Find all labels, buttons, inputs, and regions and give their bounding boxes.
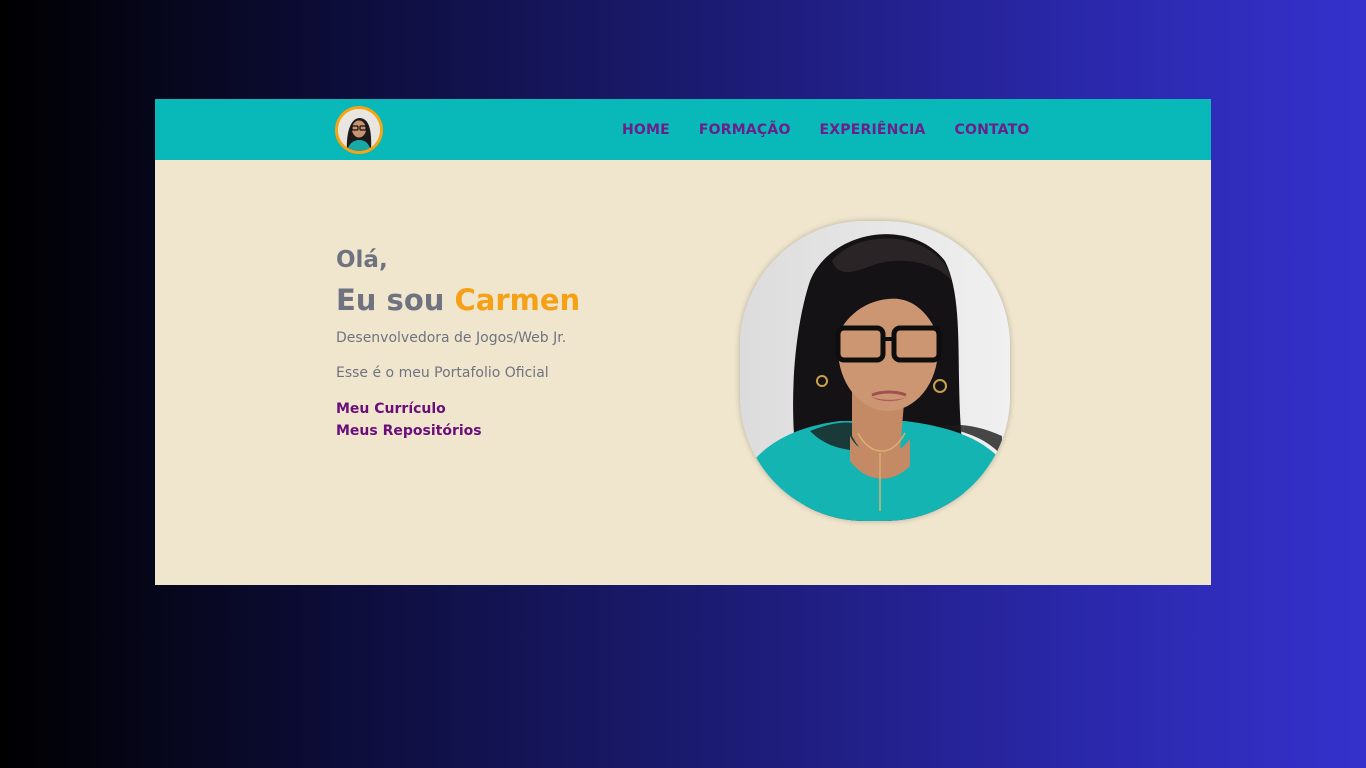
portrait-photo-icon — [740, 221, 1010, 521]
name-highlight: Carmen — [454, 283, 581, 317]
tagline: Esse é o meu Portafolio Oficial — [336, 365, 549, 381]
nav-link-contato[interactable]: CONTATO — [955, 122, 1030, 138]
top-navbar: HOME FORMAÇÃO EXPERIÊNCIA CONTATO — [155, 99, 1211, 160]
resume-link[interactable]: Meu Currículo — [336, 398, 580, 420]
repositories-link[interactable]: Meus Repositórios — [336, 420, 580, 442]
avatar[interactable] — [335, 106, 383, 154]
intro-heading: Eu sou Carmen — [336, 280, 580, 320]
nav-link-home[interactable]: HOME — [622, 122, 670, 138]
portfolio-page: HOME FORMAÇÃO EXPERIÊNCIA CONTATO Olá, E… — [155, 99, 1211, 585]
intro-prefix: Eu sou — [336, 283, 455, 317]
hero-text: Olá, Eu sou Carmen Desenvolvedora de Jog… — [336, 244, 580, 442]
hero-links: Meu Currículo Meus Repositórios — [336, 398, 580, 442]
avatar-photo-icon — [338, 109, 380, 151]
nav-link-formacao[interactable]: FORMAÇÃO — [699, 122, 791, 138]
greeting: Olá, — [336, 247, 388, 273]
profile-portrait — [740, 221, 1010, 521]
role-subtitle: Desenvolvedora de Jogos/Web Jr. — [336, 330, 567, 346]
nav-menu: HOME FORMAÇÃO EXPERIÊNCIA CONTATO — [622, 99, 1030, 160]
nav-link-experiencia[interactable]: EXPERIÊNCIA — [820, 122, 926, 138]
